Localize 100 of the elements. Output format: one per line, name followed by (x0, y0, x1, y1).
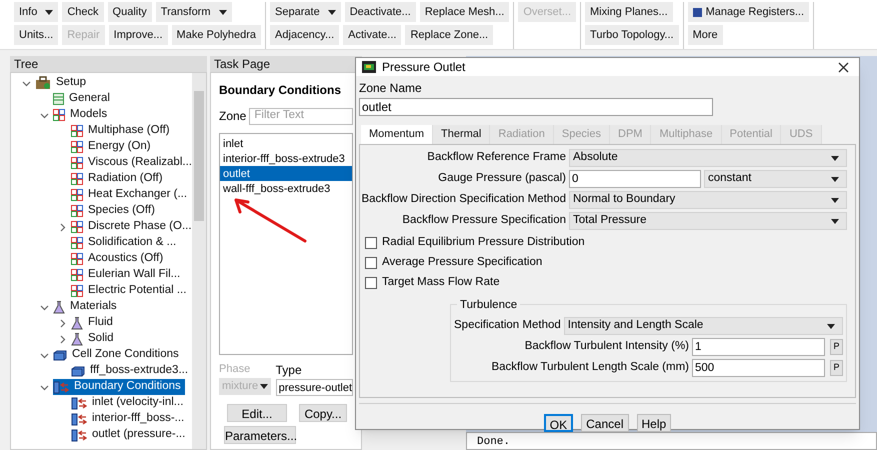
tree-item[interactable]: Radiation (Off) (71, 171, 167, 187)
tree-item[interactable]: Setup (35, 75, 90, 91)
grid-blocks-icon (53, 109, 65, 121)
tree-item[interactable]: inlet (velocity-inl... (71, 395, 188, 411)
expand-chevron-icon[interactable] (58, 334, 66, 344)
parameter-button[interactable]: P (830, 360, 843, 376)
ribbon-button[interactable]: Separate (270, 2, 341, 22)
parameters-button[interactable]: Parameters... (224, 426, 296, 444)
tree-item[interactable]: Viscous (Realizabl... (71, 155, 196, 171)
edit-button[interactable]: Edit... (227, 404, 287, 422)
value-field[interactable]: 1 (692, 338, 825, 356)
grid-blocks-icon (71, 141, 83, 153)
boundary-icon (71, 428, 87, 442)
collapse-chevron-icon[interactable] (40, 110, 48, 120)
dialog-title: Pressure Outlet (382, 59, 466, 76)
option-dropdown[interactable]: Normal to Boundary (569, 191, 847, 209)
zone-list-item[interactable]: outlet (220, 166, 352, 181)
tree-item[interactable]: outlet (pressure-... (71, 427, 190, 443)
ribbon-button[interactable]: Mixing Planes... (585, 2, 673, 22)
tree-item[interactable]: Solidification & ... (71, 235, 180, 251)
tree-item[interactable]: Boundary Conditions (53, 379, 185, 395)
dialog-tab[interactable]: Thermal (433, 125, 490, 144)
grid-blocks-icon (71, 157, 83, 169)
ribbon-button[interactable]: Deactivate... (344, 2, 416, 22)
tree-item[interactable]: Solid (71, 331, 118, 347)
collapse-chevron-icon[interactable] (40, 350, 48, 360)
zone-list-item[interactable]: inlet (220, 136, 352, 151)
field-label: Gauge Pressure (pascal) (437, 171, 566, 186)
tree-item[interactable]: Eulerian Wall Fil... (71, 267, 184, 283)
collapse-chevron-icon[interactable] (40, 382, 48, 392)
collapse-chevron-icon[interactable] (22, 78, 30, 88)
tree-item[interactable]: Models (53, 107, 112, 123)
ribbon-button[interactable]: Activate... (343, 25, 402, 45)
option-dropdown[interactable]: Absolute (569, 149, 847, 167)
dialog-tab[interactable]: Momentum (361, 125, 434, 144)
grid-blocks-icon (71, 269, 83, 281)
field-label: Backflow Direction Specification Method (360, 192, 566, 208)
copy-button[interactable]: Copy... (299, 404, 347, 422)
type-dropdown[interactable]: pressure-outlet (276, 379, 353, 396)
grid-blocks-icon (71, 205, 83, 217)
dialog-button[interactable]: Help (636, 414, 672, 432)
tree-item[interactable]: Fluid (71, 315, 117, 331)
tree-item[interactable]: Cell Zone Conditions (53, 347, 183, 363)
tree-item[interactable]: Materials (53, 299, 121, 315)
option-dropdown[interactable]: Intensity and Length Scale (564, 317, 843, 335)
collapse-chevron-icon[interactable] (40, 302, 48, 312)
tree-item[interactable]: Electric Potential ... (71, 283, 190, 299)
zone-list-item[interactable]: wall-fff_boss-extrude3 (220, 181, 352, 196)
checkbox[interactable] (365, 236, 377, 248)
zone-list-item[interactable]: interior-fff_boss-extrude3 (220, 151, 352, 166)
tree-item[interactable]: Energy (On) (71, 139, 155, 155)
ribbon-button[interactable]: Adjacency... (270, 25, 340, 45)
ribbon-button[interactable]: Check (62, 2, 104, 22)
expand-chevron-icon[interactable] (58, 318, 66, 328)
block-icon (71, 366, 85, 376)
filter-field[interactable]: Filter Text (249, 108, 353, 124)
grid-blocks-icon (71, 237, 83, 249)
option-dropdown[interactable]: Total Pressure (569, 212, 847, 230)
dialog-button[interactable]: OK (544, 414, 574, 432)
dropdown-caret-icon (45, 10, 54, 14)
value-field[interactable]: 500 (692, 359, 825, 377)
ribbon-button[interactable]: Manage Registers... (688, 2, 810, 22)
tree-item[interactable]: Species (Off) (71, 203, 159, 219)
tree-item[interactable]: interior-fff_boss-... (71, 411, 188, 427)
checkbox[interactable] (365, 256, 377, 268)
tree-item[interactable]: Heat Exchanger (... (71, 187, 192, 203)
flask-icon (53, 300, 65, 314)
ribbon-button[interactable]: More (688, 25, 723, 45)
checkbox[interactable] (365, 276, 377, 288)
ribbon-button[interactable]: Transform (156, 2, 232, 22)
dialog-button[interactable]: Cancel (581, 414, 628, 432)
task-page-title: Boundary Conditions (219, 82, 342, 99)
field-label: Backflow Turbulent Intensity (%) (524, 339, 689, 354)
console-text: Done. (477, 436, 510, 448)
value-field[interactable]: 0 (569, 170, 701, 188)
zone-name-field[interactable]: outlet (359, 98, 713, 116)
ribbon-button[interactable]: Turbo Topology... (585, 25, 679, 45)
scrollbar[interactable] (192, 73, 206, 449)
checkbox-label: Radial Equilibrium Pressure Distribution (382, 234, 585, 250)
tree-item[interactable]: Discrete Phase (O... (71, 219, 196, 235)
parameter-button[interactable]: P (830, 339, 843, 355)
tree-item[interactable]: fff_boss-extrude3... (71, 363, 192, 379)
ribbon-button[interactable]: Units... (14, 25, 58, 45)
dropdown-caret-icon (328, 10, 336, 14)
tree-item[interactable]: Multiphase (Off) (71, 123, 174, 139)
ribbon-button[interactable]: Quality (108, 2, 152, 22)
ribbon-button[interactable]: Make Polyhedra (172, 25, 262, 45)
field-label: Backflow Reference Frame (426, 150, 566, 166)
method-dropdown[interactable]: constant (704, 170, 847, 188)
dropdown-caret-icon (218, 10, 227, 14)
block-icon (53, 350, 67, 360)
close-icon[interactable] (838, 62, 849, 72)
ribbon-button[interactable]: Replace Mesh... (420, 2, 510, 22)
ribbon-button[interactable]: Improve... (108, 25, 168, 45)
expand-chevron-icon[interactable] (58, 222, 66, 232)
tree-item[interactable]: General (53, 91, 114, 107)
tree-item[interactable]: Acoustics (Off) (71, 251, 168, 267)
boundary-icon (53, 380, 69, 394)
ribbon-button[interactable]: Replace Zone... (405, 25, 494, 45)
ribbon-button[interactable]: Info (14, 2, 58, 22)
